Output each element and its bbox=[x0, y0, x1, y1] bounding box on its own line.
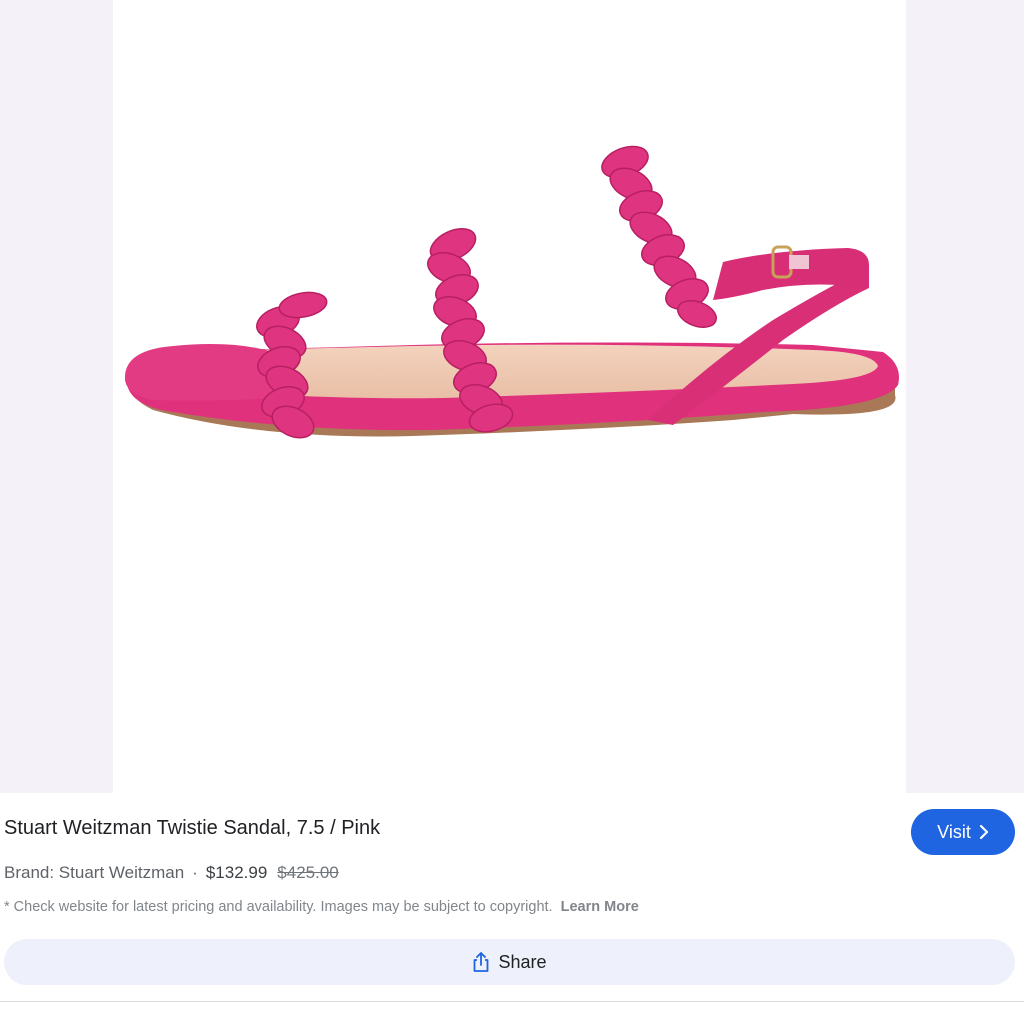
visit-button[interactable]: Visit bbox=[911, 809, 1015, 855]
product-image-area bbox=[0, 0, 1024, 793]
bottom-divider bbox=[0, 1001, 1024, 1002]
brand-text: Brand: Stuart Weitzman bbox=[4, 863, 185, 882]
product-image[interactable] bbox=[113, 0, 906, 793]
share-label: Share bbox=[498, 951, 547, 972]
separator-dot: · bbox=[192, 863, 198, 882]
sandal-illustration bbox=[124, 145, 899, 439]
product-info-panel: Stuart Weitzman Twistie Sandal, 7.5 / Pi… bbox=[0, 793, 1024, 1024]
share-icon bbox=[474, 952, 489, 972]
original-price: $425.00 bbox=[277, 863, 339, 882]
product-meta: Brand: Stuart Weitzman · $132.99 $425.00 bbox=[4, 863, 339, 883]
learn-more-link[interactable]: Learn More bbox=[561, 899, 639, 915]
visit-label: Visit bbox=[937, 821, 971, 842]
share-button[interactable]: Share bbox=[4, 939, 1015, 985]
product-title[interactable]: Stuart Weitzman Twistie Sandal, 7.5 / Pi… bbox=[4, 817, 380, 840]
sale-price: $132.99 bbox=[205, 863, 268, 882]
disclaimer: * Check website for latest pricing and a… bbox=[4, 899, 639, 915]
chevron-right-icon bbox=[979, 825, 988, 839]
disclaimer-text: * Check website for latest pricing and a… bbox=[4, 899, 553, 915]
braided-strap-3 bbox=[601, 145, 717, 328]
